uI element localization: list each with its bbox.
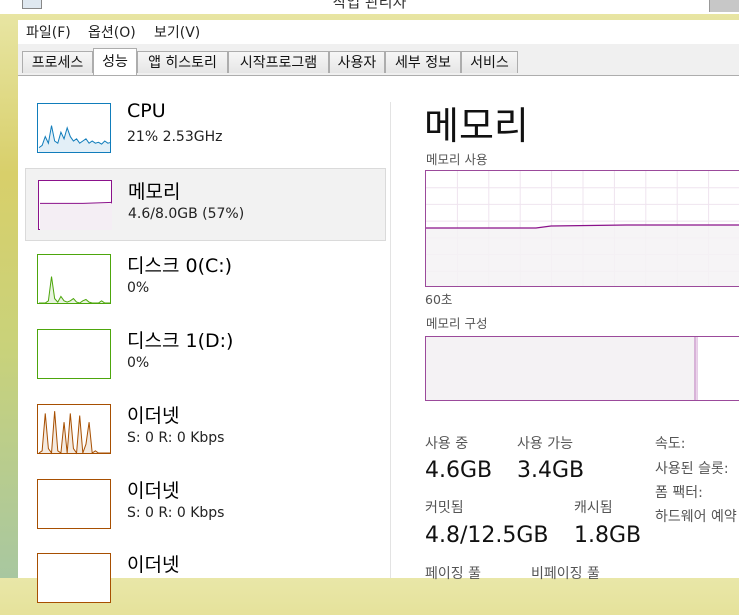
sidebar-item-disk-0[interactable]: 디스크 0(C:) 0% xyxy=(25,243,386,316)
cpu-thumbnail-graph xyxy=(37,103,112,153)
ethernet-thumbnail-graph xyxy=(37,553,111,603)
menu-options[interactable]: 옵션(O) xyxy=(88,22,136,42)
sidebar-item-memory[interactable]: 메모리 4.6/8.0GB (57%) xyxy=(25,168,386,241)
memory-composition-bar xyxy=(425,336,739,401)
thumbnail-svg xyxy=(40,201,113,230)
thumbnail-svg xyxy=(38,330,112,380)
committed-label: 커밋됨 xyxy=(425,500,464,516)
thumbnail-svg xyxy=(38,554,112,604)
window-title: 작업 관리자 xyxy=(332,0,407,11)
sidebar-item-ethernet-2[interactable]: 이더넷 S: 0 R: 0 Kbps xyxy=(25,468,386,541)
memory-line xyxy=(40,201,113,204)
sidebar-item-ethernet-1[interactable]: 이더넷 S: 0 R: 0 Kbps xyxy=(25,393,386,466)
sidebar-item-subtitle: 21% 2.53GHz xyxy=(127,129,223,145)
tab-details[interactable]: 세부 정보 xyxy=(385,51,461,73)
sidebar-item-title: CPU xyxy=(127,100,166,122)
in-use-segment[interactable] xyxy=(426,337,696,401)
form-factor-label: 폼 팩터: xyxy=(655,485,703,501)
sidebar-item-title: 디스크 1(D:) xyxy=(127,330,234,352)
sidebar-item-subtitle: S: 0 R: 0 Kbps xyxy=(127,505,225,521)
memory-composition-label: 메모리 구성 xyxy=(426,316,488,331)
tab-processes[interactable]: 프로세스 xyxy=(22,51,93,73)
sidebar-item-subtitle: 0% xyxy=(127,355,150,371)
sidebar-item-cpu[interactable]: CPU 21% 2.53GHz xyxy=(25,92,386,165)
nonpaged-pool-label: 비페이징 풀 xyxy=(531,566,600,582)
sidebar-item-title: 이더넷 xyxy=(127,405,180,427)
memory-usage-graph xyxy=(425,170,739,287)
sidebar-item-subtitle: 4.6/8.0GB (57%) xyxy=(128,206,245,222)
sidebar-item-title: 디스크 0(C:) xyxy=(127,255,233,277)
memory-usage-label: 메모리 사용 xyxy=(426,152,488,167)
ethernet-thumbnail-graph xyxy=(37,479,111,529)
cached-value: 1.8GB xyxy=(574,523,642,548)
activity-area xyxy=(39,411,111,454)
thumbnail-svg xyxy=(39,276,111,304)
in-use-value: 4.6GB xyxy=(425,458,493,483)
sidebar-item-title: 메모리 xyxy=(128,181,181,203)
time-span-label: 60초 xyxy=(425,292,453,307)
disk-thumbnail-graph xyxy=(37,254,111,304)
memory-thumbnail-graph xyxy=(38,180,113,230)
tab-app-history[interactable]: 앱 히스토리 xyxy=(137,51,228,73)
speed-label: 속도: xyxy=(655,436,686,452)
cached-label: 캐시됨 xyxy=(574,500,613,516)
sidebar-item-title: 이더넷 xyxy=(127,480,180,502)
pane-divider[interactable] xyxy=(390,102,391,578)
detail-title: 메모리 xyxy=(424,104,529,148)
hardware-reserved-label: 하드웨어 예약 xyxy=(655,509,737,525)
committed-value: 4.8/12.5GB xyxy=(425,523,549,548)
tab-bar: 프로세스 성능 앱 히스토리 시작프로그램 사용자 세부 정보 서비스 xyxy=(18,44,739,76)
thumbnail-svg xyxy=(38,480,112,530)
available-value: 3.4GB xyxy=(517,458,585,483)
sidebar-item-subtitle: S: 0 R: 0 Kbps xyxy=(127,430,225,446)
thumbnail-svg xyxy=(38,411,111,455)
thumbnail-svg xyxy=(38,125,112,153)
paged-pool-label: 페이징 풀 xyxy=(425,566,481,582)
menu-bar: 파일(F) 옵션(O) 보기(V) xyxy=(18,20,739,44)
tab-performance[interactable]: 성능 xyxy=(93,48,137,76)
sidebar-item-subtitle: 0% xyxy=(127,280,150,296)
activity-line xyxy=(38,411,111,455)
tab-users[interactable]: 사용자 xyxy=(329,51,385,73)
in-use-label: 사용 중 xyxy=(425,436,469,452)
menu-file[interactable]: 파일(F) xyxy=(26,22,71,42)
memory-fill xyxy=(40,203,112,230)
disk-thumbnail-graph xyxy=(37,329,111,379)
tab-services[interactable]: 서비스 xyxy=(461,51,518,73)
close-button[interactable] xyxy=(709,0,739,12)
available-label: 사용 가능 xyxy=(517,436,573,452)
composition-svg xyxy=(426,337,698,401)
slots-used-label: 사용된 슬롯: xyxy=(655,461,729,477)
usage-graph-svg xyxy=(426,171,739,286)
title-bar: 작업 관리자 xyxy=(0,0,739,14)
sidebar-item-disk-1[interactable]: 디스크 1(D:) 0% xyxy=(25,318,386,391)
ethernet-thumbnail-graph xyxy=(37,404,111,455)
tab-startup[interactable]: 시작프로그램 xyxy=(228,51,329,73)
menu-view[interactable]: 보기(V) xyxy=(154,22,200,42)
sidebar-item-title: 이더넷 xyxy=(127,554,180,576)
usage-area xyxy=(426,224,739,286)
sidebar-item-ethernet-3[interactable]: 이더넷 xyxy=(25,542,386,615)
